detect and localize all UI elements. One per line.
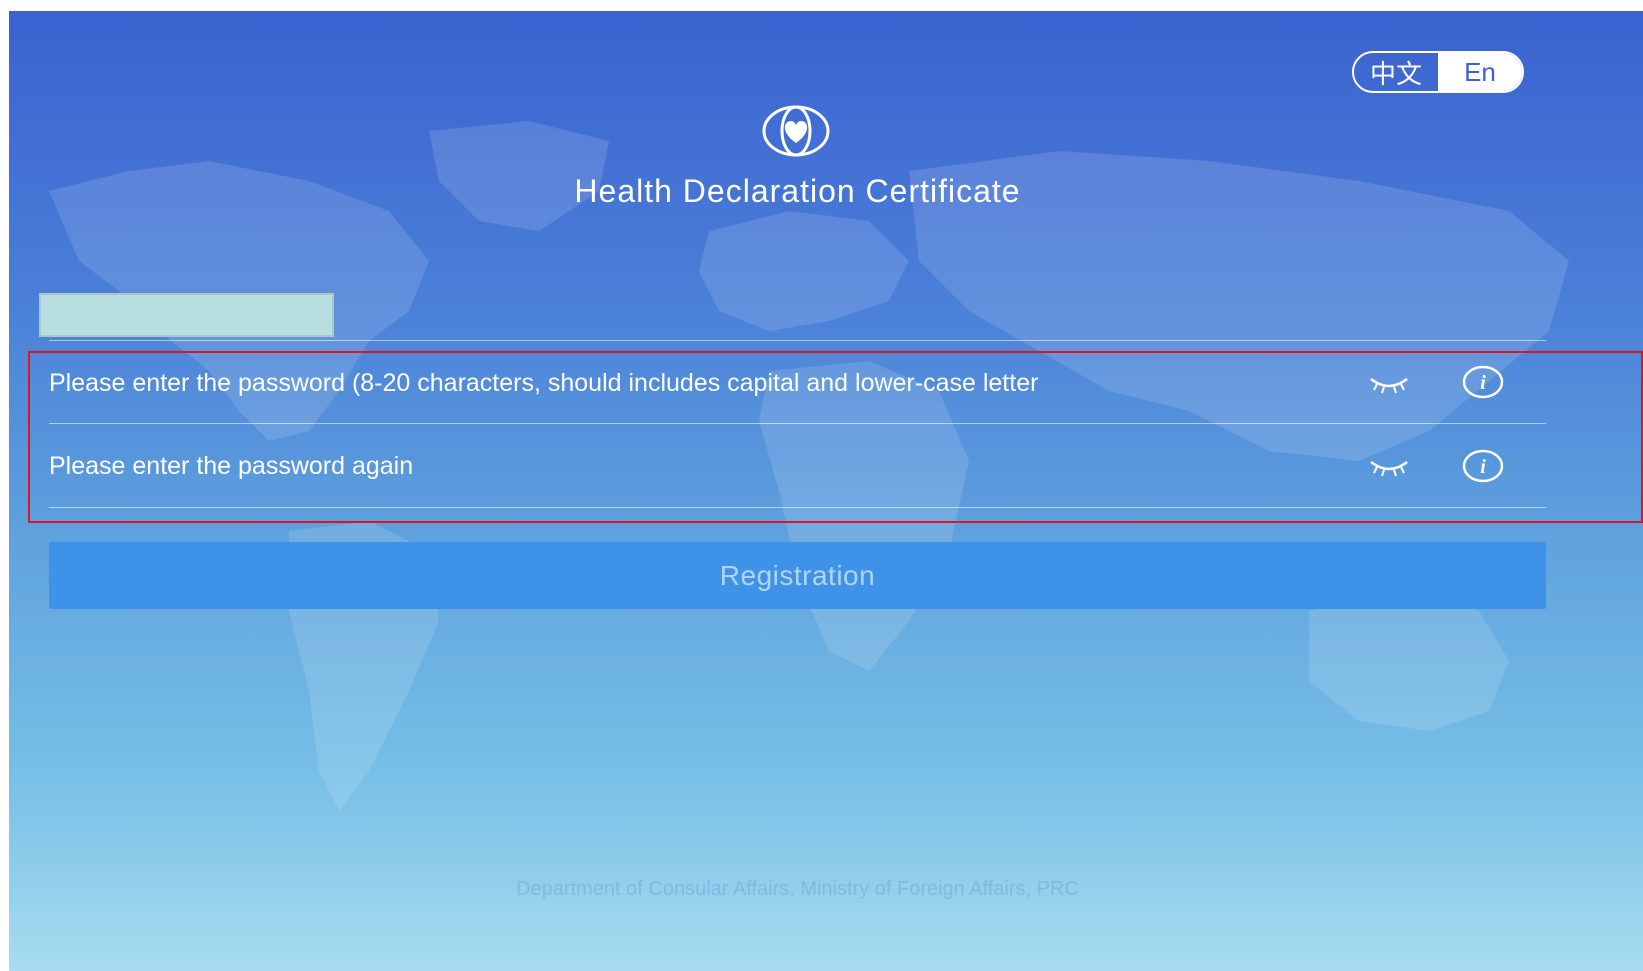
info-icon[interactable]: i bbox=[1462, 449, 1504, 483]
svg-text:i: i bbox=[1480, 456, 1486, 478]
eye-closed-icon[interactable] bbox=[1367, 371, 1411, 395]
password-placeholder: Please enter the password (8-20 characte… bbox=[49, 368, 1039, 397]
password-confirm-input[interactable]: Please enter the password again bbox=[49, 436, 1546, 496]
registration-screen: 中文 En Health Declaration Certificate Ple… bbox=[9, 11, 1643, 971]
username-field-redacted[interactable] bbox=[39, 293, 334, 337]
field-divider bbox=[49, 340, 1546, 341]
page-title: Health Declaration Certificate bbox=[574, 173, 1021, 209]
svg-text:i: i bbox=[1480, 372, 1486, 394]
password-input[interactable]: Please enter the password (8-20 characte… bbox=[49, 353, 1546, 413]
language-option-chinese[interactable]: 中文 bbox=[1354, 53, 1438, 91]
footer-text: Department of Consular Affairs, Ministry… bbox=[516, 878, 1079, 900]
eye-closed-icon[interactable] bbox=[1367, 454, 1411, 478]
registration-button[interactable]: Registration bbox=[49, 542, 1546, 609]
language-option-english[interactable]: En bbox=[1438, 53, 1522, 91]
info-icon[interactable]: i bbox=[1462, 365, 1504, 399]
field-divider bbox=[49, 423, 1546, 424]
field-divider bbox=[49, 507, 1546, 508]
language-toggle[interactable]: 中文 En bbox=[1352, 51, 1524, 93]
globe-heart-icon bbox=[762, 105, 830, 157]
password-confirm-placeholder: Please enter the password again bbox=[49, 451, 414, 480]
